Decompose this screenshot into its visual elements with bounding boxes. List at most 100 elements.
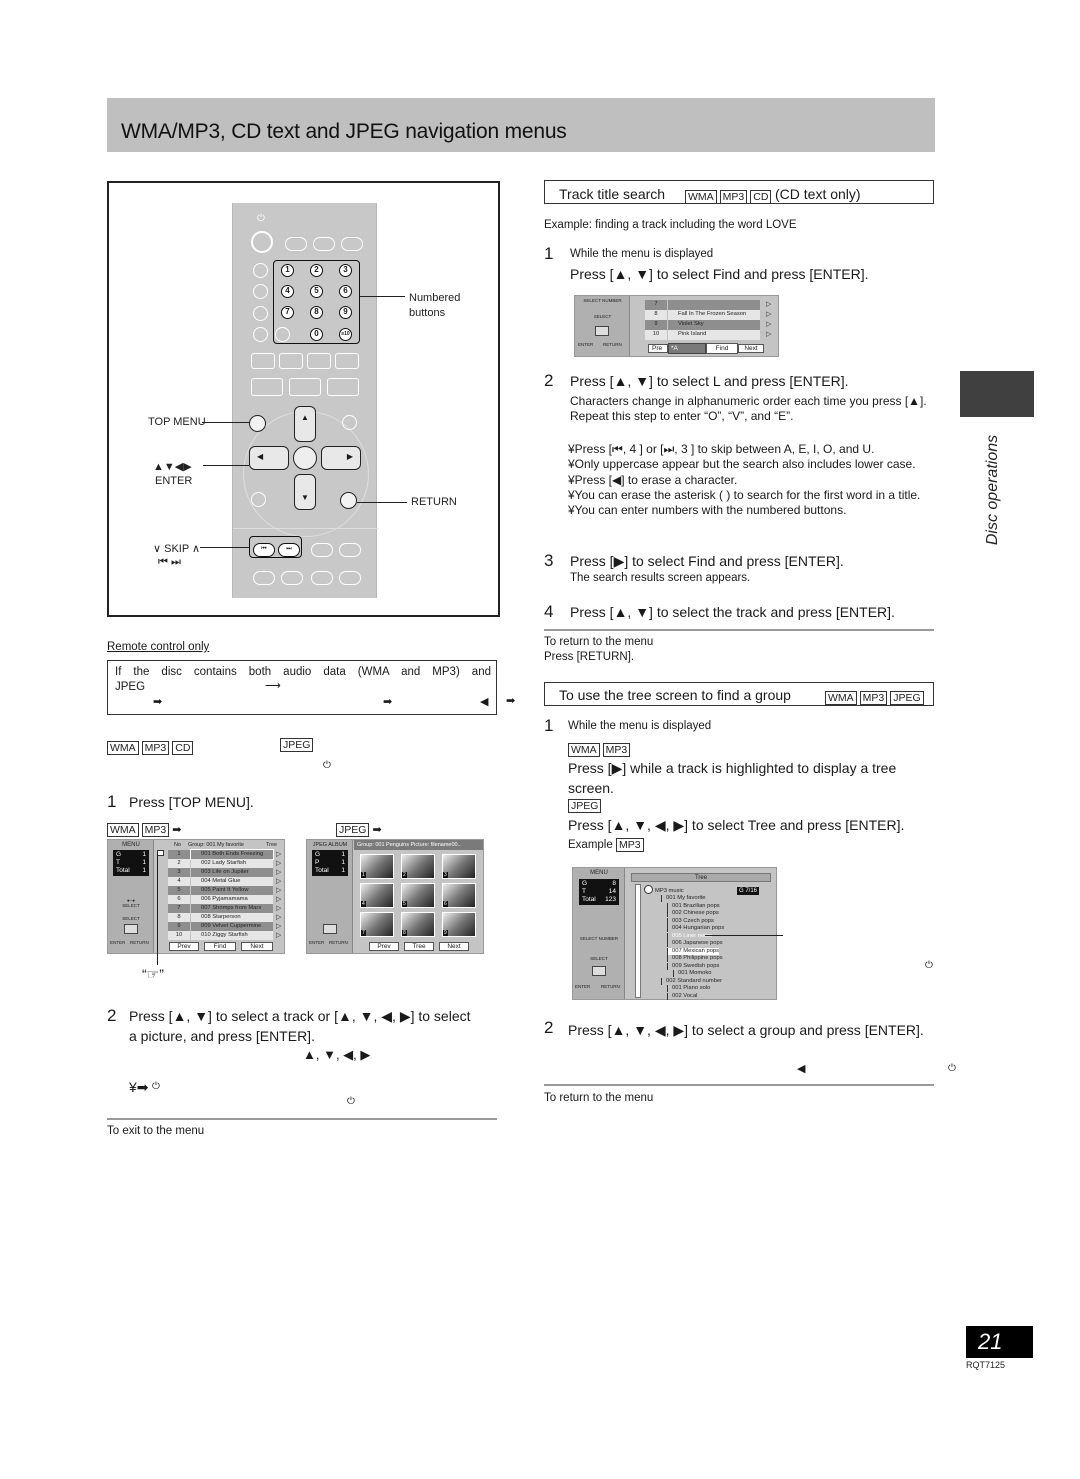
tree-sidebar: MENU G 8 T 14 Total 123 SELECT NUMBER SELEC…: [573, 868, 625, 999]
picture-thumbnail[interactable]: 7: [360, 912, 394, 937]
picture-thumbnail[interactable]: 1: [360, 854, 394, 879]
find-button[interactable]: Find: [204, 942, 236, 951]
tag-wma: WMA: [107, 741, 139, 755]
picture-thumbnail[interactable]: 8: [401, 912, 435, 937]
track-title[interactable]: 003 Life on Jupiter: [191, 868, 273, 877]
track-title[interactable]: Fall In The Frozen Season: [668, 310, 760, 320]
tree-arrow-icon[interactable]: ▷: [276, 913, 281, 921]
nav-pad-icon: [124, 924, 138, 934]
picture-thumbnail[interactable]: 3: [442, 854, 476, 879]
tree-arrow-icon[interactable]: ▷: [276, 868, 281, 876]
disc-icon: [644, 885, 653, 894]
track-title[interactable]: [668, 300, 760, 310]
tree-arrow-icon[interactable]: ▷: [276, 859, 281, 867]
tree-arrow-icon[interactable]: ▷: [766, 310, 771, 318]
tree-node[interactable]: 003 Czech pops: [667, 917, 714, 925]
left-button: [253, 263, 268, 278]
tree-arrow-icon[interactable]: ▷: [276, 904, 281, 912]
stat-label: G: [582, 880, 588, 887]
find-button[interactable]: Find: [706, 343, 738, 354]
tree-node[interactable]: 001 My favorite: [661, 895, 706, 902]
track-title[interactable]: 009 Velvet Cuppermine: [191, 922, 273, 931]
power-icon: ⏻: [323, 760, 331, 771]
osd-jpeg-label: JPEG ➡: [336, 820, 382, 838]
tree-node[interactable]: 006 Japanese pops: [667, 940, 723, 947]
track-title[interactable]: Violet Sky: [668, 320, 760, 330]
search-step-3-text: Press [▶] to select Find and press [ENTE…: [570, 553, 844, 569]
nav-pad-icon: [595, 326, 609, 336]
top-row-button: [313, 237, 335, 251]
prev-button[interactable]: Prev: [169, 942, 199, 951]
tree-node[interactable]: 009 Swedish pops: [667, 962, 719, 970]
tree-arrow-icon[interactable]: ▷: [276, 877, 281, 885]
tree-node[interactable]: 008 Philippine pops: [667, 955, 723, 962]
tag-jpeg: JPEG: [568, 799, 602, 813]
tree-node[interactable]: 001 Piano solo: [667, 985, 710, 992]
top-menu-button: [249, 415, 266, 432]
notice-line-2: JPEG: [115, 681, 146, 693]
document-code: RQT7125: [966, 1360, 1006, 1370]
page-title: WMA/MP3, CD text and JPEG navigation men…: [121, 120, 567, 143]
tree-node[interactable]: 007 Mexican pops: [667, 947, 720, 955]
picture-thumbnail[interactable]: 9: [442, 912, 476, 937]
label-return: RETURN: [411, 496, 457, 508]
tree-node[interactable]: 004 Hungarian pops: [667, 925, 724, 932]
menu-stats: G 8 T 14 Total 123: [579, 879, 619, 905]
bullet: ¥Press [◀] to erase a character.: [568, 472, 738, 487]
tree-node[interactable]: 002 Vocal: [667, 992, 697, 1000]
pointer-label: “☞”: [142, 966, 164, 982]
tree-arrow-icon[interactable]: ▷: [276, 886, 281, 894]
track-title[interactable]: 002 Lady Starfish: [191, 859, 273, 868]
track-title[interactable]: 005 Paint It Yellow: [191, 886, 273, 895]
left-arrow-button: ◀: [249, 446, 289, 470]
tree-arrow-icon[interactable]: ▷: [766, 300, 771, 308]
stat-value: 1: [142, 859, 146, 866]
next-button[interactable]: Next: [439, 942, 469, 951]
tree-arrow-icon[interactable]: ▷: [276, 895, 281, 903]
tree-arrow-icon[interactable]: ▷: [276, 922, 281, 930]
track-title[interactable]: 008 Starperson: [191, 913, 273, 922]
tree-scrollbar[interactable]: [635, 884, 641, 998]
track-number: 4: [168, 877, 190, 886]
track-title[interactable]: 006 Pyjamamama: [191, 895, 273, 904]
format-tags-audio: WMA MP3 CD: [107, 738, 196, 756]
next-button[interactable]: Next: [241, 942, 273, 951]
tag-mp3: MP3: [602, 743, 631, 757]
enter-hint: ENTER: [578, 342, 594, 347]
tree-node[interactable]: 001 Brazilian pops: [667, 902, 720, 910]
jpeg-album-screen: JPEG ALBUM G 1 P 1 Total 1 ENTER RETURN Gro…: [306, 839, 484, 954]
search-input-field[interactable]: *A: [668, 343, 706, 354]
stop-button: [251, 378, 283, 396]
prev-button[interactable]: Pre: [648, 344, 668, 353]
track-title[interactable]: Pink Island: [668, 330, 760, 340]
page-title-bar: WMA/MP3, CD text and JPEG navigation men…: [107, 98, 935, 152]
tree-node[interactable]: 005 Liner notes: [667, 932, 712, 940]
select-hint: SELECT: [590, 956, 608, 961]
tree-arrow-icon[interactable]: ▷: [276, 850, 281, 858]
track-title[interactable]: 007 Shrimps from Mars: [191, 904, 273, 913]
tag-cd: CD: [750, 190, 772, 204]
leader-line: [202, 422, 250, 423]
playback-button: [279, 353, 303, 369]
tree-node[interactable]: 002 Chinese pops: [667, 910, 719, 917]
power-icon: ⏻: [948, 1063, 956, 1074]
picture-thumbnail[interactable]: 5: [401, 883, 435, 908]
stat-value: 1: [341, 867, 345, 874]
picture-thumbnail[interactable]: 6: [442, 883, 476, 908]
track-title[interactable]: 010 Ziggy Starfish: [191, 931, 273, 940]
num-button-9: 9: [339, 306, 352, 319]
track-title[interactable]: 001 Both Ends Freezing: [190, 849, 274, 860]
tree-arrow-icon[interactable]: ▷: [766, 330, 771, 338]
picture-thumbnail[interactable]: 4: [360, 883, 394, 908]
next-button[interactable]: Next: [738, 344, 764, 353]
tag-wma: WMA: [107, 823, 139, 837]
tree-button[interactable]: Tree: [404, 942, 434, 951]
track-title[interactable]: 004 Metal Glue: [191, 877, 273, 886]
picture-thumbnail[interactable]: 2: [401, 854, 435, 879]
prev-button[interactable]: Prev: [369, 942, 399, 951]
tree-node[interactable]: 002 Standard number: [661, 977, 722, 985]
tree-arrow-icon[interactable]: ▷: [276, 931, 281, 939]
search-example: Example: finding a track including the w…: [544, 219, 797, 231]
tree-node[interactable]: 001 Momoko: [673, 970, 712, 977]
tree-arrow-icon[interactable]: ▷: [766, 320, 771, 328]
